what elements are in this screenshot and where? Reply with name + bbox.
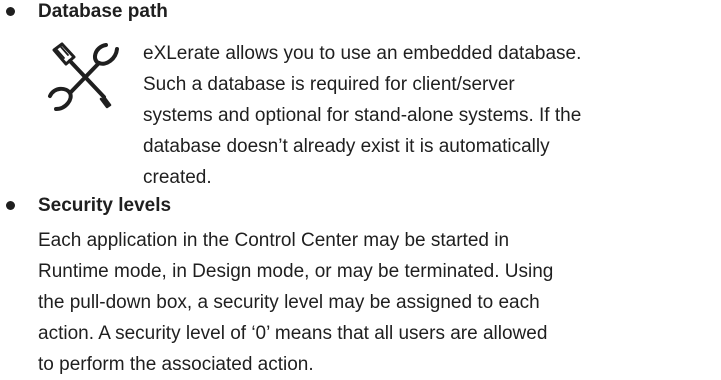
paragraph-line: action. A security level of ‘0’ means th… <box>38 323 548 344</box>
paragraph-line: created. <box>143 167 212 188</box>
bullet-icon <box>6 7 15 16</box>
paragraph-line: database doesn’t already exist it is aut… <box>143 136 550 157</box>
item-heading: Security levels <box>38 195 172 216</box>
paragraph-line: Each application in the Control Center m… <box>38 230 510 251</box>
item-description: Each application in the Control Center m… <box>38 225 721 380</box>
item-heading: Database path <box>38 1 168 22</box>
paragraph-line: to perform the associated action. <box>38 354 314 375</box>
paragraph-line: Such a database is required for client/s… <box>143 74 515 95</box>
document-page: Database path eXLerate allows you to use… <box>0 0 721 378</box>
paragraph-line: eXLerate allows you to use an embedded d… <box>143 43 582 64</box>
paragraph-line: the pull-down box, a security level may … <box>38 292 540 313</box>
bullet-icon <box>6 201 15 210</box>
paragraph-line: Runtime mode, in Design mode, or may be … <box>38 261 554 282</box>
paragraph-line: systems and optional for stand-alone sys… <box>143 105 582 126</box>
item-description: eXLerate allows you to use an embedded d… <box>143 38 718 193</box>
wrench-screwdriver-icon <box>48 42 119 111</box>
